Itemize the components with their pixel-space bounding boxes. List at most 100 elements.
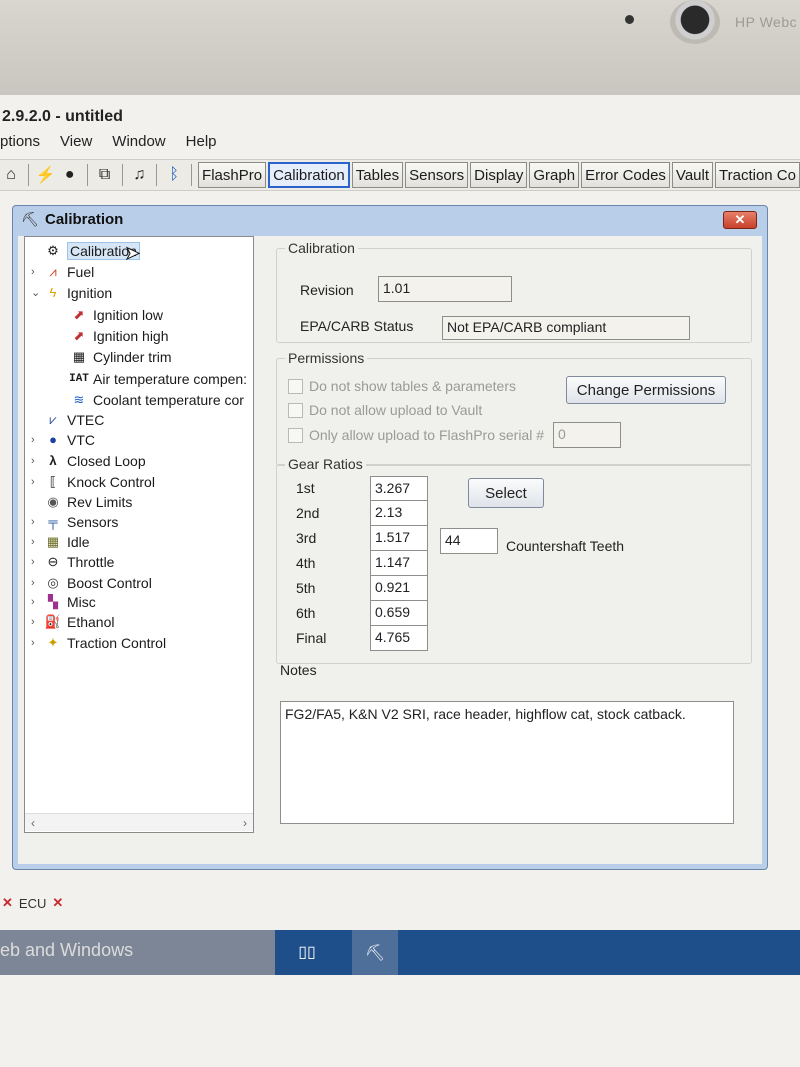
calibration-tree[interactable]: ⚙ Calibration ➤ › ⩘ Fuel ⌄ ϟ Ignition ⬈ … (24, 236, 254, 833)
scroll-right-icon[interactable]: › (243, 816, 247, 830)
home-icon[interactable]: ⌂ (0, 162, 22, 188)
notes-textarea[interactable]: FG2/FA5, K&N V2 SRI, race header, highfl… (280, 701, 734, 824)
lambda-icon: λ (49, 453, 57, 468)
webcam-icon (670, 0, 720, 44)
tree-item-rev-limits[interactable]: ◉ Rev Limits (31, 491, 132, 512)
music-icon[interactable]: ♫ (128, 162, 150, 188)
tree-item-vtc[interactable]: › ● VTC (31, 429, 95, 450)
tree-item-throttle[interactable]: › ⊖ Throttle (31, 551, 114, 572)
expand-arrow-icon[interactable]: › (31, 596, 43, 608)
tree-item-boost-control[interactable]: › ◎ Boost Control (31, 572, 152, 593)
window-title: Calibration (45, 210, 124, 228)
flash-icon[interactable]: ⚡ (35, 162, 57, 188)
hide-tables-checkbox[interactable]: Do not show tables & parameters (288, 378, 516, 394)
tree-item-label: Traction Control (67, 634, 167, 651)
toolbar-separator (191, 164, 193, 186)
toolbar-traction-button[interactable]: Traction Co (715, 162, 800, 188)
toolbar-tables-button[interactable]: Tables (351, 162, 404, 188)
tree-item-ignition[interactable]: ⌄ ϟ Ignition (31, 282, 112, 303)
menu-bar: ptions View Window Help (0, 133, 217, 157)
checkbox-box[interactable] (288, 402, 303, 418)
calibration-group-label: Calibration (285, 240, 358, 256)
tree-item-air-temp[interactable]: IAT Air temperature compen: (69, 368, 247, 389)
task-view-icon[interactable]: ▯▯ (292, 938, 322, 966)
expand-arrow-icon[interactable]: › (31, 266, 43, 278)
gear-ratio-final-field[interactable]: 4.765 (370, 626, 428, 651)
window-title-bar[interactable]: ⛏ Calibration ✕ (13, 206, 767, 232)
tree-item-coolant-temp[interactable]: ≋ Coolant temperature cor (69, 389, 244, 410)
menu-help[interactable]: Help (186, 133, 217, 157)
flashpro-taskbar-icon[interactable]: ⛏ (352, 930, 398, 975)
expand-arrow-icon[interactable]: › (31, 616, 43, 628)
toolbar-vault-button[interactable]: Vault (671, 162, 713, 188)
checkbox-box[interactable] (288, 378, 303, 394)
expand-arrow-icon[interactable]: › (31, 577, 43, 589)
no-vault-checkbox[interactable]: Do not allow upload to Vault (288, 402, 482, 418)
collapse-arrow-icon[interactable]: ⌄ (31, 286, 43, 299)
tree-item-closed-loop[interactable]: › λ Closed Loop (31, 450, 146, 471)
close-icon[interactable]: ✕ (52, 895, 63, 911)
menu-options[interactable]: ptions (0, 133, 40, 157)
expand-arrow-icon[interactable]: › (31, 516, 43, 528)
menu-view[interactable]: View (60, 133, 92, 157)
expand-arrow-icon[interactable]: › (31, 556, 43, 568)
bluetooth-icon[interactable]: ᛒ (163, 162, 185, 188)
checkbox-box[interactable] (288, 427, 303, 443)
tree-item-traction-control[interactable]: › ✦ Traction Control (31, 632, 166, 653)
tree-item-idle[interactable]: › ▦ Idle (31, 531, 90, 552)
tree-item-cylinder-trim[interactable]: ▦ Cylinder trim (69, 346, 172, 367)
gear-ratio-2nd-field[interactable]: 2.13 (370, 501, 428, 526)
tree-item-vtec[interactable]: ⩗ VTEC (31, 409, 104, 430)
expand-arrow-icon[interactable]: › (31, 536, 43, 548)
toolbar-calibration-button[interactable]: Calibration (268, 162, 350, 188)
knock-icon: ⟦ (49, 473, 57, 489)
tree-item-knock-control[interactable]: › ⟦ Knock Control (31, 471, 155, 492)
expand-arrow-icon[interactable]: › (31, 637, 43, 649)
tree-item-misc[interactable]: › ▚ Misc (31, 591, 96, 612)
gear-ratio-5th-field[interactable]: 0.921 (370, 576, 428, 601)
permissions-group-label: Permissions (285, 350, 368, 366)
gear-ratio-6th-field[interactable]: 0.659 (370, 601, 428, 626)
revision-label: Revision (300, 282, 354, 298)
checkbox-label: Only allow upload to FlashPro serial # (309, 427, 545, 443)
countershaft-teeth-field[interactable]: 44 (440, 528, 498, 554)
tree-item-label: Sensors (67, 513, 119, 530)
record-icon[interactable]: ● (59, 162, 81, 188)
expand-arrow-icon[interactable]: › (31, 455, 43, 467)
gear-ratio-4th-field[interactable]: 1.147 (370, 551, 428, 576)
expand-arrow-icon[interactable]: › (31, 476, 43, 488)
close-button[interactable]: ✕ (723, 211, 757, 229)
tree-item-label: Knock Control (67, 473, 155, 490)
toolbar-flashpro-button[interactable]: FlashPro (198, 162, 267, 188)
countershaft-teeth-label: Countershaft Teeth (506, 538, 625, 554)
revision-field[interactable]: 1.01 (378, 276, 512, 302)
tree-item-ethanol[interactable]: › ⛽ Ethanol (31, 611, 114, 632)
serial-number-field[interactable]: 0 (553, 422, 621, 448)
menu-window[interactable]: Window (112, 133, 165, 157)
toolbar-sensors-button[interactable]: Sensors (405, 162, 469, 188)
change-permissions-button[interactable]: Change Permissions (566, 376, 726, 404)
tree-item-calibration[interactable]: ⚙ Calibration (31, 240, 140, 261)
close-icon[interactable]: ✕ (2, 895, 13, 911)
ecu-status: ✕ ECU ✕ (2, 895, 63, 911)
copy-icon[interactable]: ⧉ (94, 162, 116, 188)
microphone-dot (625, 15, 634, 24)
scroll-left-icon[interactable]: ‹ (31, 816, 35, 830)
taskbar-search[interactable]: eb and Windows (0, 930, 275, 975)
serial-lock-checkbox[interactable]: Only allow upload to FlashPro serial # (288, 427, 544, 443)
select-gearbox-button[interactable]: Select (468, 478, 544, 508)
toolbar-graph-button[interactable]: Graph (529, 162, 580, 188)
toolbar-error-codes-button[interactable]: Error Codes (581, 162, 670, 188)
tree-item-fuel[interactable]: › ⩘ Fuel (31, 261, 94, 282)
checkbox-label: Do not show tables & parameters (309, 378, 516, 394)
tree-horizontal-scrollbar[interactable]: ‹ › (25, 813, 253, 831)
ignition-map-icon: ⬈ (73, 327, 85, 343)
gear-ratio-1st-field[interactable]: 3.267 (370, 476, 428, 501)
gear-label-1st: 1st (296, 480, 315, 496)
tree-item-sensors[interactable]: › ╤ Sensors (31, 511, 118, 532)
toolbar-display-button[interactable]: Display (470, 162, 528, 188)
gear-ratio-3rd-field[interactable]: 1.517 (370, 526, 428, 551)
tree-item-ignition-high[interactable]: ⬈ Ignition high (69, 325, 169, 346)
tree-item-ignition-low[interactable]: ⬈ Ignition low (69, 304, 164, 325)
expand-arrow-icon[interactable]: › (31, 434, 43, 446)
